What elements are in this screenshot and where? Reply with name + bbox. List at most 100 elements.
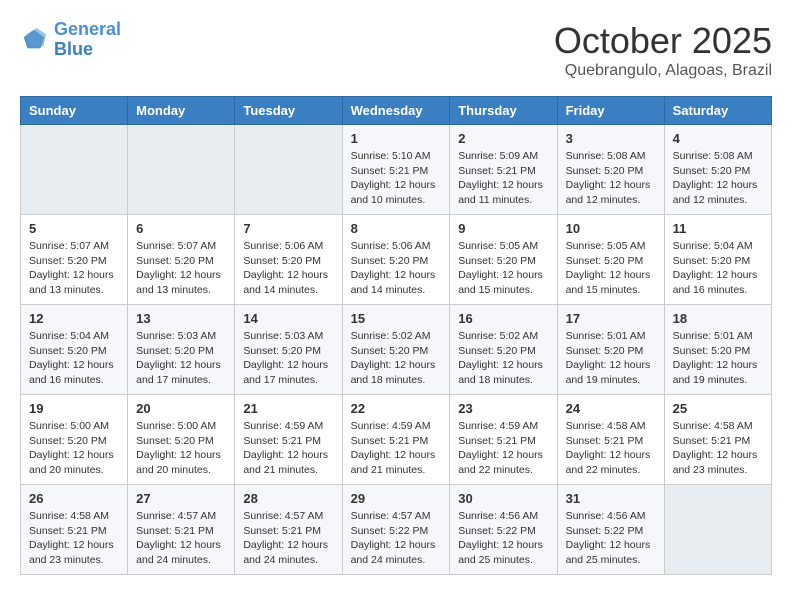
day-number: 26	[29, 491, 119, 506]
day-number: 25	[673, 401, 763, 416]
day-number: 31	[566, 491, 656, 506]
header-day-thursday: Thursday	[450, 97, 557, 125]
day-cell	[235, 125, 342, 215]
header-day-wednesday: Wednesday	[342, 97, 450, 125]
day-cell: 5Sunrise: 5:07 AM Sunset: 5:20 PM Daylig…	[21, 215, 128, 305]
day-info: Sunrise: 5:08 AM Sunset: 5:20 PM Dayligh…	[566, 149, 656, 208]
day-number: 14	[243, 311, 333, 326]
day-info: Sunrise: 5:03 AM Sunset: 5:20 PM Dayligh…	[136, 329, 226, 388]
day-info: Sunrise: 5:02 AM Sunset: 5:20 PM Dayligh…	[458, 329, 548, 388]
day-cell: 24 Sunrise: 4:58 AM Sunset: 5:21 PM Dayli…	[557, 395, 664, 485]
day-cell: 15 Sunrise: 5:02 AM Sunset: 5:20 PM Dayli…	[342, 305, 450, 395]
day-number: 21	[243, 401, 333, 416]
day-number: 29	[351, 491, 442, 506]
day-info: Sunrise: 5:02 AM Sunset: 5:20 PM Dayligh…	[351, 329, 442, 388]
week-row-3: 12Sunrise: 5:04 AM Sunset: 5:20 PM Dayli…	[21, 305, 772, 395]
day-info: Sunrise: 5:01 AM Sunset: 5:20 PM Dayligh…	[673, 329, 763, 388]
calendar-table: SundayMondayTuesdayWednesdayThursdayFrid…	[20, 96, 772, 575]
day-info: Sunrise: 4:58 AM Sunset: 5:21 PM Dayligh…	[29, 509, 119, 568]
day-number: 16	[458, 311, 548, 326]
day-number: 30	[458, 491, 548, 506]
day-info: Sunrise: 4:59 AM Sunset: 5:21 PM Dayligh…	[458, 419, 548, 478]
header-day-sunday: Sunday	[21, 97, 128, 125]
week-row-2: 5Sunrise: 5:07 AM Sunset: 5:20 PM Daylig…	[21, 215, 772, 305]
day-cell: 12Sunrise: 5:04 AM Sunset: 5:20 PM Dayli…	[21, 305, 128, 395]
day-info: Sunrise: 4:57 AM Sunset: 5:22 PM Dayligh…	[351, 509, 442, 568]
day-cell: 8 Sunrise: 5:06 AM Sunset: 5:20 PM Daylig…	[342, 215, 450, 305]
day-cell: 6 Sunrise: 5:07 AM Sunset: 5:20 PM Daylig…	[128, 215, 235, 305]
day-info: Sunrise: 4:59 AM Sunset: 5:21 PM Dayligh…	[243, 419, 333, 478]
logo-text: General Blue	[54, 20, 121, 60]
day-cell	[664, 485, 771, 575]
day-number: 10	[566, 221, 656, 236]
day-info: Sunrise: 5:04 AM Sunset: 5:20 PM Dayligh…	[29, 329, 119, 388]
logo-icon	[20, 26, 48, 54]
day-info: Sunrise: 4:58 AM Sunset: 5:21 PM Dayligh…	[673, 419, 763, 478]
day-info: Sunrise: 5:03 AM Sunset: 5:20 PM Dayligh…	[243, 329, 333, 388]
day-cell: 21 Sunrise: 4:59 AM Sunset: 5:21 PM Dayli…	[235, 395, 342, 485]
day-number: 15	[351, 311, 442, 326]
day-info: Sunrise: 5:09 AM Sunset: 5:21 PM Dayligh…	[458, 149, 548, 208]
day-info: Sunrise: 5:00 AM Sunset: 5:20 PM Dayligh…	[136, 419, 226, 478]
day-info: Sunrise: 4:56 AM Sunset: 5:22 PM Dayligh…	[566, 509, 656, 568]
day-info: Sunrise: 5:06 AM Sunset: 5:20 PM Dayligh…	[243, 239, 333, 298]
header-day-monday: Monday	[128, 97, 235, 125]
day-info: Sunrise: 4:57 AM Sunset: 5:21 PM Dayligh…	[136, 509, 226, 568]
day-cell: 14 Sunrise: 5:03 AM Sunset: 5:20 PM Dayli…	[235, 305, 342, 395]
day-cell: 29 Sunrise: 4:57 AM Sunset: 5:22 PM Dayli…	[342, 485, 450, 575]
day-info: Sunrise: 5:07 AM Sunset: 5:20 PM Dayligh…	[29, 239, 119, 298]
day-cell: 4Sunrise: 5:08 AM Sunset: 5:20 PM Daylig…	[664, 125, 771, 215]
day-number: 13	[136, 311, 226, 326]
day-cell	[21, 125, 128, 215]
day-cell: 19Sunrise: 5:00 AM Sunset: 5:20 PM Dayli…	[21, 395, 128, 485]
day-number: 2	[458, 131, 548, 146]
day-number: 22	[351, 401, 442, 416]
day-cell: 30Sunrise: 4:56 AM Sunset: 5:22 PM Dayli…	[450, 485, 557, 575]
day-info: Sunrise: 5:07 AM Sunset: 5:20 PM Dayligh…	[136, 239, 226, 298]
day-cell: 20Sunrise: 5:00 AM Sunset: 5:20 PM Dayli…	[128, 395, 235, 485]
day-cell: 31 Sunrise: 4:56 AM Sunset: 5:22 PM Dayli…	[557, 485, 664, 575]
day-number: 8	[351, 221, 442, 236]
week-row-5: 26 Sunrise: 4:58 AM Sunset: 5:21 PM Dayli…	[21, 485, 772, 575]
logo: General Blue	[20, 20, 121, 60]
day-cell: 23 Sunrise: 4:59 AM Sunset: 5:21 PM Dayli…	[450, 395, 557, 485]
day-info: Sunrise: 5:05 AM Sunset: 5:20 PM Dayligh…	[566, 239, 656, 298]
day-number: 18	[673, 311, 763, 326]
header-day-friday: Friday	[557, 97, 664, 125]
day-cell: 1Sunrise: 5:10 AM Sunset: 5:21 PM Daylig…	[342, 125, 450, 215]
day-cell: 27Sunrise: 4:57 AM Sunset: 5:21 PM Dayli…	[128, 485, 235, 575]
day-number: 7	[243, 221, 333, 236]
header: General Blue October 2025 Quebrangulo, A…	[20, 20, 772, 80]
subtitle: Quebrangulo, Alagoas, Brazil	[554, 62, 772, 80]
days-header-row: SundayMondayTuesdayWednesdayThursdayFrid…	[21, 97, 772, 125]
day-info: Sunrise: 5:01 AM Sunset: 5:20 PM Dayligh…	[566, 329, 656, 388]
day-number: 3	[566, 131, 656, 146]
week-row-1: 1Sunrise: 5:10 AM Sunset: 5:21 PM Daylig…	[21, 125, 772, 215]
day-cell: 11 Sunrise: 5:04 AM Sunset: 5:20 PM Dayli…	[664, 215, 771, 305]
day-number: 6	[136, 221, 226, 236]
day-info: Sunrise: 5:05 AM Sunset: 5:20 PM Dayligh…	[458, 239, 548, 298]
day-number: 19	[29, 401, 119, 416]
day-cell: 16 Sunrise: 5:02 AM Sunset: 5:20 PM Dayli…	[450, 305, 557, 395]
header-day-saturday: Saturday	[664, 97, 771, 125]
day-number: 23	[458, 401, 548, 416]
day-cell: 18 Sunrise: 5:01 AM Sunset: 5:20 PM Dayli…	[664, 305, 771, 395]
day-number: 4	[673, 131, 763, 146]
day-info: Sunrise: 5:06 AM Sunset: 5:20 PM Dayligh…	[351, 239, 442, 298]
day-number: 17	[566, 311, 656, 326]
day-cell: 28Sunrise: 4:57 AM Sunset: 5:21 PM Dayli…	[235, 485, 342, 575]
header-day-tuesday: Tuesday	[235, 97, 342, 125]
day-cell: 22 Sunrise: 4:59 AM Sunset: 5:21 PM Dayli…	[342, 395, 450, 485]
day-cell: 26 Sunrise: 4:58 AM Sunset: 5:21 PM Dayli…	[21, 485, 128, 575]
day-cell: 10 Sunrise: 5:05 AM Sunset: 5:20 PM Dayli…	[557, 215, 664, 305]
day-number: 11	[673, 221, 763, 236]
day-info: Sunrise: 5:10 AM Sunset: 5:21 PM Dayligh…	[351, 149, 442, 208]
day-info: Sunrise: 4:58 AM Sunset: 5:21 PM Dayligh…	[566, 419, 656, 478]
day-number: 24	[566, 401, 656, 416]
day-cell: 7 Sunrise: 5:06 AM Sunset: 5:20 PM Daylig…	[235, 215, 342, 305]
month-title: October 2025	[554, 20, 772, 62]
day-info: Sunrise: 5:04 AM Sunset: 5:20 PM Dayligh…	[673, 239, 763, 298]
day-cell: 25 Sunrise: 4:58 AM Sunset: 5:21 PM Dayli…	[664, 395, 771, 485]
day-info: Sunrise: 4:57 AM Sunset: 5:21 PM Dayligh…	[243, 509, 333, 568]
day-info: Sunrise: 4:59 AM Sunset: 5:21 PM Dayligh…	[351, 419, 442, 478]
